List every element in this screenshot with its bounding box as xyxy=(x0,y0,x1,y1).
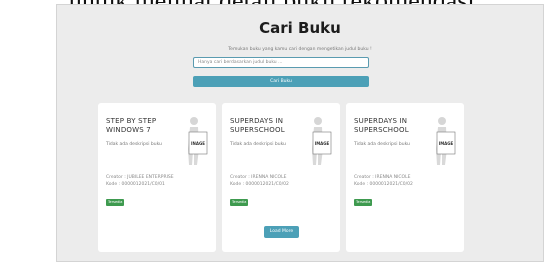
placeholder-image-icon: IMAGE xyxy=(436,117,456,165)
placeholder-image-icon: INAGE xyxy=(188,117,208,165)
page-subtitle: Temukan buku yang kamu cari dengan menge… xyxy=(228,47,372,52)
placeholder-image-text: IMAGE xyxy=(315,141,330,146)
placeholder-image-text: IMAGE xyxy=(439,141,454,146)
book-code: Kode : 0000012021/C0/02 xyxy=(230,182,289,187)
book-creator: Creator : IRENNA NICOLE xyxy=(354,175,411,180)
status-badge: Tersedia xyxy=(106,199,125,206)
placeholder-image-text: INAGE xyxy=(191,141,205,146)
book-description: Tidak ada deskripsi buku xyxy=(354,142,410,147)
book-title[interactable]: SUPERDAYS IN SUPERSCHOOL xyxy=(230,117,302,134)
search-page: Cari Buku Temukan buku yang kamu cari de… xyxy=(56,4,544,262)
book-description: Tidak ada deskripsi buku xyxy=(106,142,162,147)
book-card[interactable]: STEP BY STEP WINDOWS 7 Tidak ada deskrip… xyxy=(98,103,216,252)
book-card[interactable]: SUPERDAYS IN SUPERSCHOOL Tidak ada deskr… xyxy=(346,103,464,252)
status-badge: Tersedia xyxy=(354,199,373,206)
book-code: Kode : 0000012021/C0/02 xyxy=(354,182,413,187)
book-title[interactable]: STEP BY STEP WINDOWS 7 xyxy=(106,117,178,134)
search-input[interactable]: Hanya cari berdasarkan judul buku ... xyxy=(193,57,369,68)
search-button[interactable]: Cari Buku xyxy=(193,76,369,87)
book-code: Kode : 0000012021/C0/01 xyxy=(106,182,165,187)
book-creator: Creator : JUBILEE ENTERPRISE xyxy=(106,175,174,180)
book-description: Tidak ada deskripsi buku xyxy=(230,142,286,147)
page-title: Cari Buku xyxy=(259,19,341,37)
book-title[interactable]: SUPERDAYS IN SUPERSCHOOL xyxy=(354,117,426,134)
status-badge: Tersedia xyxy=(230,199,249,206)
placeholder-image-icon: IMAGE xyxy=(312,117,332,165)
book-creator: Creator : IRENNA NICOLE xyxy=(230,175,287,180)
load-more-button[interactable]: Load More xyxy=(264,226,299,238)
